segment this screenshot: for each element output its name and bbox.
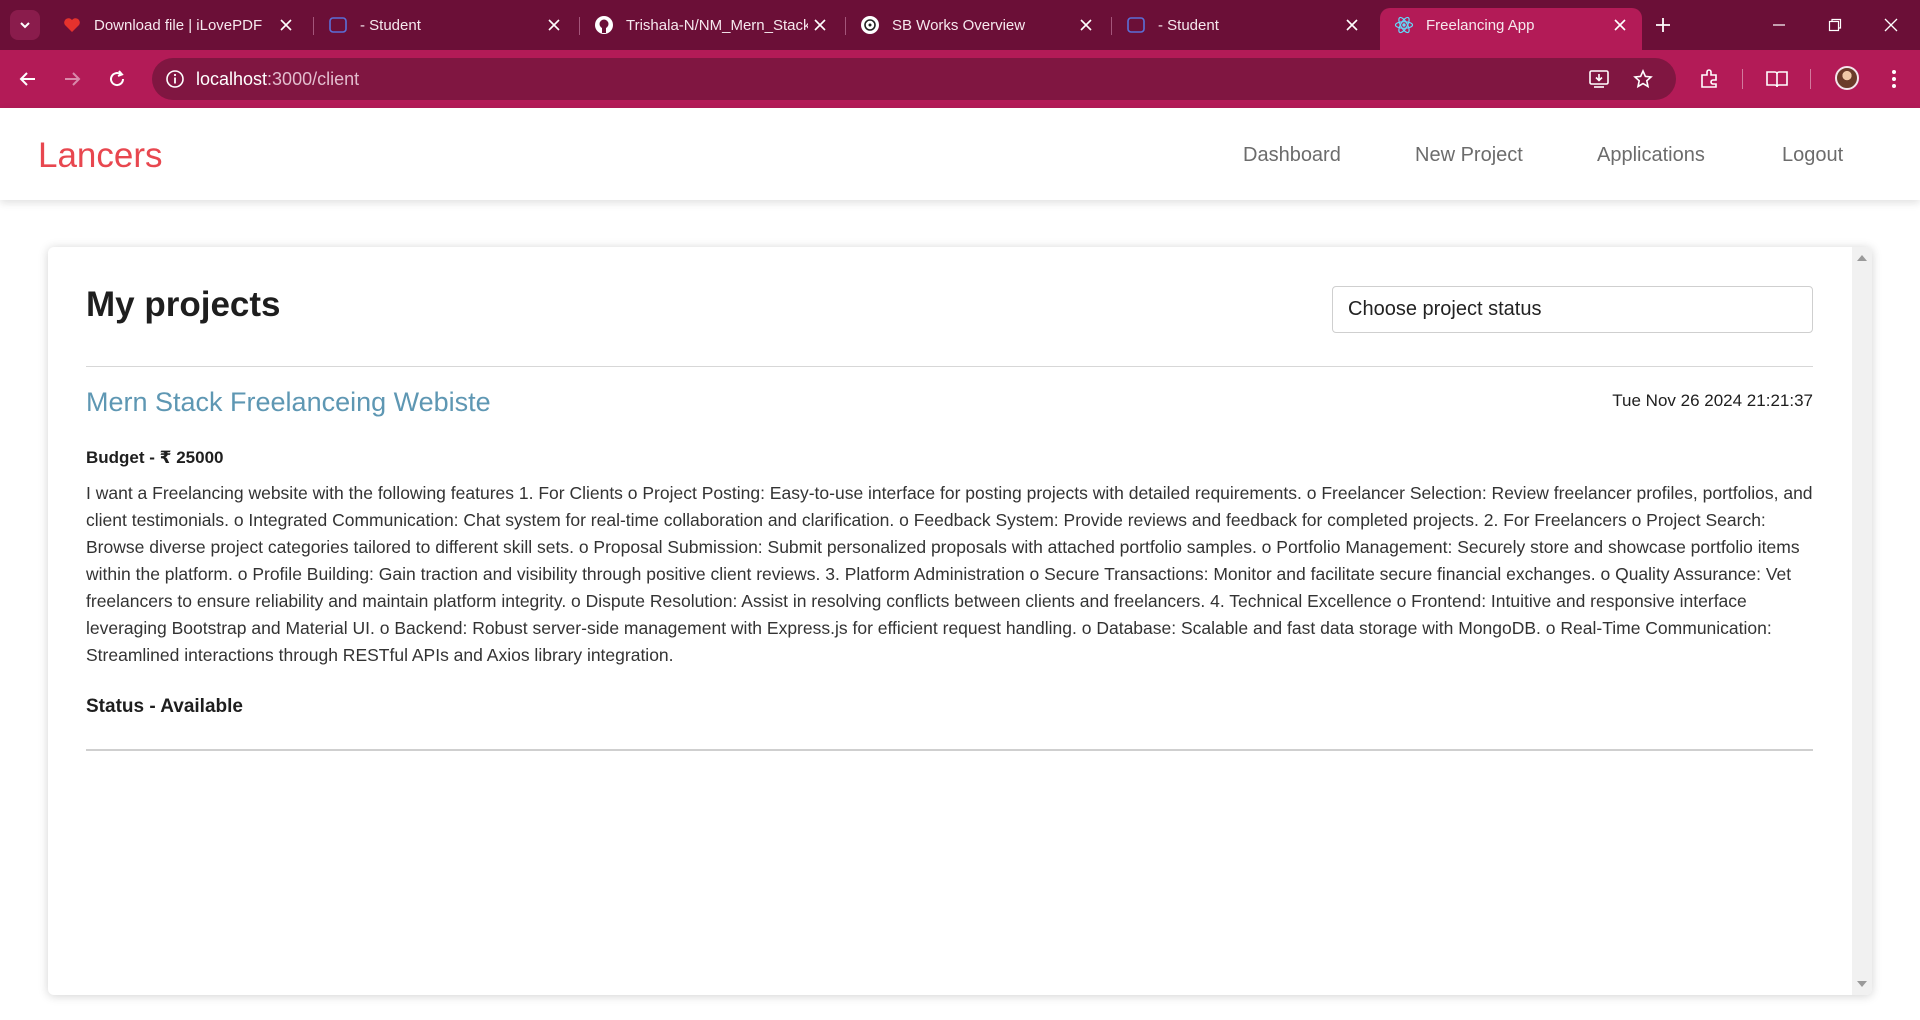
close-icon[interactable] [808,13,832,37]
tab-label: Download file | iLovePDF [94,16,263,34]
scroll-down-arrow-icon[interactable] [1857,981,1867,987]
forward-button[interactable] [56,63,88,95]
kebab-menu-icon[interactable] [1878,63,1910,95]
extensions-icon[interactable] [1694,63,1726,95]
toolbar-divider [1810,69,1811,89]
url-text[interactable]: localhost:3000/client [196,69,359,90]
restore-button[interactable] [1806,0,1864,50]
tab-page-icon [1126,15,1146,35]
project-budget: Budget - ₹ 25000 [86,448,224,467]
tab-label: Freelancing App [1426,16,1535,34]
minimize-icon [1773,24,1785,26]
tab-label: SB Works Overview [892,16,1026,34]
app-navbar: Lancers Dashboard New Project Applicatio… [0,108,1920,200]
reload-icon [110,70,125,87]
close-icon [1884,18,1898,32]
reload-button[interactable] [101,63,133,95]
close-icon[interactable] [1608,13,1632,37]
browser-toolbar: localhost:3000/client [0,50,1920,108]
install-app-icon[interactable] [1586,66,1612,92]
minimize-button[interactable] [1750,0,1808,50]
tab-label: - Student [360,16,421,34]
site-info-icon[interactable] [162,66,188,92]
scrollbar[interactable] [1852,247,1872,995]
react-icon [1394,15,1414,35]
close-icon[interactable] [542,13,566,37]
plus-icon [1656,18,1670,32]
url-host: localhost [196,69,268,89]
divider [86,749,1813,751]
page-title: My projects [86,285,281,324]
tab-page-icon [328,15,348,35]
tab-search-button[interactable] [10,10,40,40]
arrow-left-icon [19,72,35,86]
tab-freelancing-app[interactable]: Freelancing App [1380,8,1642,50]
tab-label: Trishala-N/NM_Mern_Stack [626,16,808,34]
arrow-right-icon [65,72,81,86]
project-description: I want a Freelancing website with the fo… [86,483,1813,665]
back-button[interactable] [12,63,44,95]
projects-card: My projects Choose project status Mern S… [48,247,1872,995]
nav-link-logout[interactable]: Logout [1782,144,1843,167]
profile-avatar[interactable] [1835,66,1859,90]
scroll-up-arrow-icon[interactable] [1857,255,1867,261]
openai-icon [860,15,880,35]
nav-link-new-project[interactable]: New Project [1415,144,1523,167]
tab-ilovepdf[interactable]: Download file | iLovePDF [48,8,308,42]
toolbar-divider [1742,69,1743,89]
restore-icon [1828,18,1842,32]
project-status: Status - Available [86,696,243,717]
chevron-down-icon [20,22,30,29]
url-path: :3000/client [267,69,360,89]
address-bar[interactable]: localhost:3000/client [152,58,1676,100]
github-icon [594,15,614,35]
tab-sb-works[interactable]: SB Works Overview [846,8,1108,42]
close-icon[interactable] [274,13,298,37]
nav-link-dashboard[interactable]: Dashboard [1243,144,1341,167]
browser-tabstrip: Download file | iLovePDF - Student Trish… [0,0,1920,50]
nav-link-applications[interactable]: Applications [1597,144,1705,167]
divider [86,366,1813,367]
tab-github[interactable]: Trishala-N/NM_Mern_Stack [580,8,842,42]
close-icon[interactable] [1074,13,1098,37]
new-tab-button[interactable] [1648,10,1678,40]
tab-student-1[interactable]: - Student [314,8,576,42]
close-icon[interactable] [1340,13,1364,37]
tab-label: - Student [1158,16,1219,34]
brand-logo[interactable]: Lancers [38,136,163,176]
project-date: Tue Nov 26 2024 21:21:37 [1612,391,1813,410]
heart-icon [62,15,82,35]
project-status-select[interactable]: Choose project status [1332,286,1813,333]
project-title[interactable]: Mern Stack Freelanceing Webiste [86,387,491,418]
tab-student-2[interactable]: - Student [1112,8,1374,42]
bookmark-star-icon[interactable] [1630,66,1656,92]
reading-list-icon[interactable] [1761,63,1793,95]
close-window-button[interactable] [1862,0,1920,50]
